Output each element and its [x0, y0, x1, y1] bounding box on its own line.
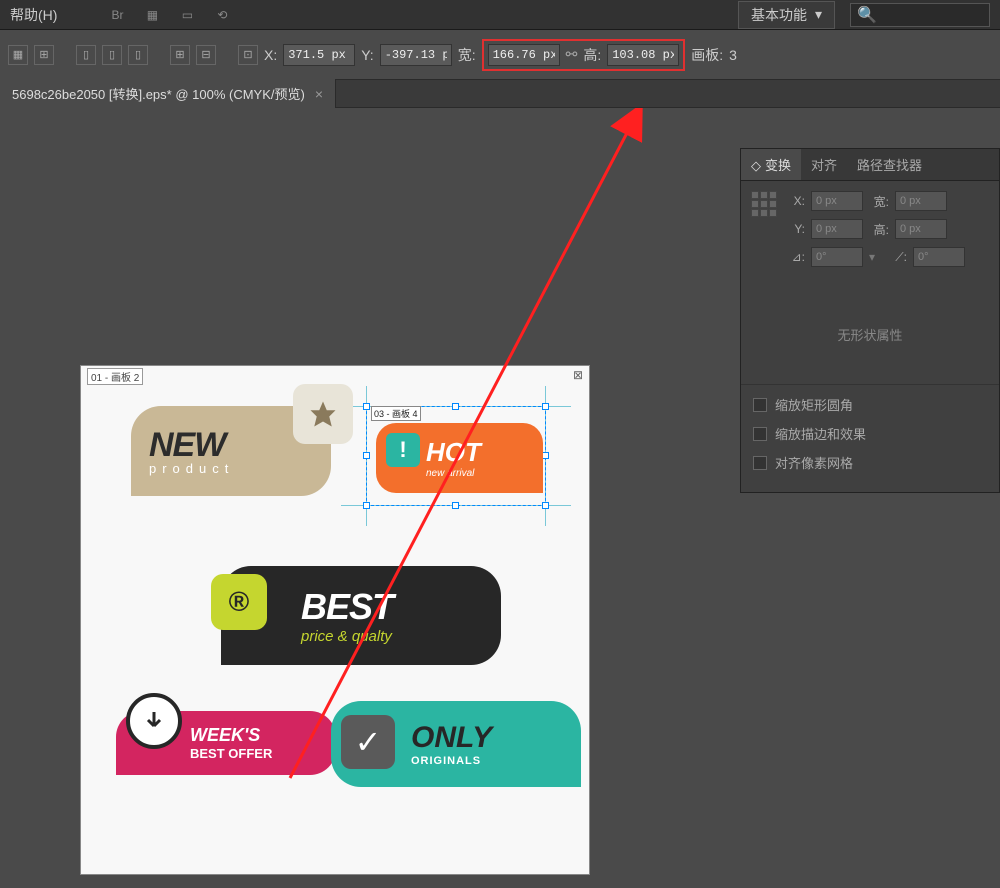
- badge-best-title: BEST: [301, 586, 477, 628]
- h-label: 高:: [583, 45, 601, 65]
- artboard-1[interactable]: 01 - 画板 2 ⊠ 03 - 画板 4 NEW product: [80, 365, 590, 875]
- badge-hot-title: HOT: [426, 437, 527, 468]
- panel-angle-input[interactable]: [811, 247, 863, 267]
- x-label: X:: [264, 47, 277, 63]
- badge-only[interactable]: ✓ ONLY ORIGINALS: [331, 701, 581, 787]
- panel-y-input[interactable]: [811, 219, 863, 239]
- control-bar: ▦ ⊞ ▯ ▯ ▯ ⊞ ⊟ ⊡ X: Y: 宽: ⚯ 高: 画板: 3: [0, 30, 1000, 80]
- artboard-tool-icon[interactable]: ▦: [8, 45, 28, 65]
- tab-bar: 5698c26be2050 [转换].eps* @ 100% (CMYK/预览)…: [0, 80, 1000, 108]
- sel-handle-n[interactable]: [452, 403, 459, 410]
- badge-best-sub: price & qualty: [301, 628, 477, 645]
- artboard-count-value: 3: [729, 47, 737, 63]
- search-box[interactable]: 🔍: [850, 3, 990, 27]
- panel-shear-input[interactable]: [913, 247, 965, 267]
- star-icon: [293, 384, 353, 444]
- sel-handle-ne[interactable]: [542, 403, 549, 410]
- bridge-icon[interactable]: Br: [107, 5, 127, 25]
- panel-h-input[interactable]: [895, 219, 947, 239]
- sel-handle-s[interactable]: [452, 502, 459, 509]
- panel-h-label: 高:: [869, 221, 889, 238]
- panel-y-label: Y:: [785, 222, 805, 236]
- ref-point-widget[interactable]: ⊡: [238, 45, 258, 65]
- workspace-dropdown[interactable]: 基本功能 ▾: [738, 1, 835, 29]
- distribute-h-icon[interactable]: ⊞: [170, 45, 190, 65]
- tab-close-icon[interactable]: ×: [315, 86, 323, 102]
- badge-week-sub: BEST OFFER: [190, 746, 318, 761]
- check-icon: ✓: [341, 715, 395, 769]
- badge-best[interactable]: ® BEST price & qualty: [221, 566, 501, 665]
- check-scale-strokes[interactable]: 缩放描边和效果: [753, 424, 987, 443]
- artboard-count-label: 画板:: [691, 45, 723, 65]
- top-icon-group: Br ▦ ▭ ⟲: [107, 5, 232, 25]
- sel-handle-se[interactable]: [542, 502, 549, 509]
- stock-icon[interactable]: ▦: [142, 5, 162, 25]
- distribute-v-icon[interactable]: ⊟: [196, 45, 216, 65]
- badge-hot-sub: new arrival: [426, 468, 527, 479]
- size-highlight: ⚯ 高:: [482, 39, 686, 71]
- badge-week[interactable]: WEEK'S BEST OFFER: [116, 711, 336, 775]
- check-scale-corners[interactable]: 缩放矩形圆角: [753, 395, 987, 414]
- tab-title: 5698c26be2050 [转换].eps* @ 100% (CMYK/预览): [12, 84, 305, 103]
- y-label: Y:: [361, 47, 373, 63]
- menu-help[interactable]: 帮助(H): [10, 5, 57, 25]
- artboard-options-icon[interactable]: ⊞: [34, 45, 54, 65]
- chevron-down-icon: ▾: [815, 6, 822, 23]
- check-align-pixel[interactable]: 对齐像素网格: [753, 453, 987, 472]
- badge-only-sub: ORIGINALS: [411, 755, 561, 767]
- panel-w-input[interactable]: [895, 191, 947, 211]
- artboard-close-icon[interactable]: ⊠: [573, 368, 583, 382]
- reference-point-widget[interactable]: [751, 191, 777, 217]
- canvas[interactable]: 01 - 画板 2 ⊠ 03 - 画板 4 NEW product: [0, 108, 1000, 882]
- sel-handle-w[interactable]: [363, 452, 370, 459]
- sel-handle-sw[interactable]: [363, 502, 370, 509]
- exclamation-icon: !: [386, 433, 420, 467]
- badge-new[interactable]: NEW product: [131, 406, 331, 496]
- tab-pathfinder[interactable]: 路径查找器: [847, 149, 932, 180]
- selection-label: 03 - 画板 4: [371, 406, 421, 421]
- document-tab[interactable]: 5698c26be2050 [转换].eps* @ 100% (CMYK/预览)…: [0, 79, 336, 108]
- badge-hot[interactable]: ! HOT new arrival: [376, 423, 543, 493]
- y-input[interactable]: [380, 44, 452, 66]
- panel-x-label: X:: [785, 194, 805, 208]
- artboard-label: 01 - 画板 2: [87, 368, 143, 385]
- panel-body: X: 宽: Y: 高: ⊿: ▾ ⟋:: [741, 181, 999, 285]
- align-center-icon[interactable]: ▯: [102, 45, 122, 65]
- panel-tabs: ◇变换 对齐 路径查找器: [741, 149, 999, 181]
- badge-new-sub: product: [149, 461, 313, 476]
- align-left-icon[interactable]: ▯: [76, 45, 96, 65]
- badge-week-title: WEEK'S: [190, 725, 318, 746]
- arrange-icon[interactable]: ▭: [177, 5, 197, 25]
- panel-x-input[interactable]: [811, 191, 863, 211]
- no-shape-message: 无形状属性: [741, 285, 999, 384]
- badge-only-title: ONLY: [411, 721, 561, 755]
- transform-panel: ◇变换 对齐 路径查找器 X: 宽: Y:: [740, 148, 1000, 493]
- width-input[interactable]: [488, 44, 560, 66]
- sel-handle-nw[interactable]: [363, 403, 370, 410]
- w-label: 宽:: [458, 45, 476, 65]
- panel-w-label: 宽:: [869, 193, 889, 210]
- panel-shear-label: ⟋:: [887, 250, 907, 265]
- x-input[interactable]: [283, 44, 355, 66]
- link-wh-icon[interactable]: ⚯: [566, 46, 578, 63]
- tab-transform[interactable]: ◇变换: [741, 149, 801, 180]
- panel-options: 缩放矩形圆角 缩放描边和效果 对齐像素网格: [741, 384, 999, 492]
- height-input[interactable]: [607, 44, 679, 66]
- registered-icon: ®: [211, 574, 267, 630]
- panel-angle-label: ⊿:: [785, 250, 805, 264]
- search-icon: 🔍: [857, 5, 877, 25]
- tab-align[interactable]: 对齐: [801, 149, 847, 180]
- workspace-label: 基本功能: [751, 5, 807, 25]
- badge-new-title: NEW: [149, 426, 313, 465]
- arrow-down-icon: [126, 693, 182, 749]
- menu-bar: 帮助(H) Br ▦ ▭ ⟲ 基本功能 ▾ 🔍: [0, 0, 1000, 30]
- align-right-icon[interactable]: ▯: [128, 45, 148, 65]
- gpu-icon[interactable]: ⟲: [212, 5, 232, 25]
- sel-handle-e[interactable]: [542, 452, 549, 459]
